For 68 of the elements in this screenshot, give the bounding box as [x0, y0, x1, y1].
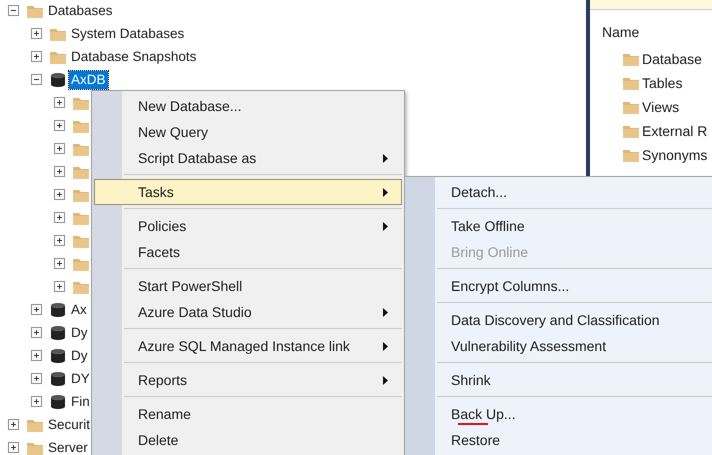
menu-item[interactable]: Detach...: [407, 179, 712, 205]
tree-item[interactable]: Dy: [69, 346, 90, 364]
menu-item[interactable]: New Database...: [94, 93, 402, 119]
list-item[interactable]: Synonyms: [642, 144, 708, 166]
menu-item[interactable]: New Query: [94, 119, 402, 145]
menu-item[interactable]: Restore: [407, 427, 712, 453]
expand-icon[interactable]: [54, 235, 65, 246]
tree-item[interactable]: Dy: [69, 324, 90, 342]
tree-item[interactable]: Database Snapshots: [69, 48, 198, 66]
expand-icon[interactable]: [54, 143, 65, 154]
menu-item[interactable]: Reports: [94, 367, 402, 393]
expand-icon[interactable]: [54, 212, 65, 223]
menu-item[interactable]: Vulnerability Assessment: [407, 333, 712, 359]
expand-icon[interactable]: [54, 281, 65, 292]
expand-icon[interactable]: [54, 258, 65, 269]
expand-icon[interactable]: [31, 304, 42, 315]
menu-item[interactable]: Script Database as: [94, 145, 402, 171]
menu-item[interactable]: Delete: [94, 427, 402, 453]
menu-item[interactable]: Tasks: [94, 179, 402, 205]
menu-item[interactable]: Shrink: [407, 367, 712, 393]
column-header: Name: [601, 23, 640, 42]
database-icon: [49, 324, 67, 340]
collapse-icon[interactable]: [31, 74, 42, 85]
expand-icon[interactable]: [54, 166, 65, 177]
menu-item[interactable]: Take Offline: [407, 213, 712, 239]
database-icon: [49, 302, 67, 318]
expand-icon[interactable]: [54, 97, 65, 108]
list-item[interactable]: Views: [642, 96, 680, 118]
menu-item[interactable]: Rename: [94, 401, 402, 427]
folder-icon: [622, 51, 640, 67]
database-icon: [49, 72, 67, 88]
expand-icon[interactable]: [54, 189, 65, 200]
expand-icon[interactable]: [8, 419, 19, 430]
collapse-icon[interactable]: [8, 5, 19, 16]
tree-item[interactable]: Ax: [69, 300, 89, 318]
expand-icon[interactable]: [31, 51, 42, 62]
tree-item[interactable]: System Databases: [69, 24, 186, 42]
tree-item[interactable]: DY: [69, 370, 92, 388]
expand-icon[interactable]: [54, 120, 65, 131]
folder-icon: [622, 75, 640, 91]
expand-icon[interactable]: [31, 373, 42, 384]
menu-item[interactable]: Facets: [94, 239, 402, 265]
menu-item[interactable]: Azure Data Studio: [94, 299, 402, 325]
list-item[interactable]: Tables: [642, 72, 682, 94]
tree-item[interactable]: Securit: [46, 416, 92, 434]
expand-icon[interactable]: [31, 28, 42, 39]
list-item[interactable]: External R: [642, 120, 708, 142]
tree-item[interactable]: Fin: [69, 392, 92, 410]
menu-item[interactable]: Policies: [94, 213, 402, 239]
menu-item[interactable]: Back Up...: [407, 401, 712, 427]
expand-icon[interactable]: [8, 442, 19, 453]
menu-item[interactable]: Azure SQL Managed Instance link: [94, 333, 402, 359]
expand-icon[interactable]: [31, 396, 42, 407]
tree-item[interactable]: AxDB: [69, 70, 108, 88]
expand-icon[interactable]: [31, 327, 42, 338]
folder-icon: [622, 99, 640, 115]
list-item[interactable]: Database: [642, 48, 702, 70]
menu-item[interactable]: Data Discovery and Classification: [407, 307, 712, 333]
expand-icon[interactable]: [31, 350, 42, 361]
folder-icon: [622, 123, 640, 139]
database-icon: [49, 348, 67, 364]
folder-icon: [622, 147, 640, 163]
menu-item[interactable]: Start PowerShell: [94, 273, 402, 299]
database-icon: [49, 394, 67, 410]
menu-item[interactable]: Encrypt Columns...: [407, 273, 712, 299]
database-icon: [49, 370, 67, 386]
tree-item[interactable]: Databases: [46, 2, 115, 20]
tree-item[interactable]: Server: [46, 438, 90, 455]
